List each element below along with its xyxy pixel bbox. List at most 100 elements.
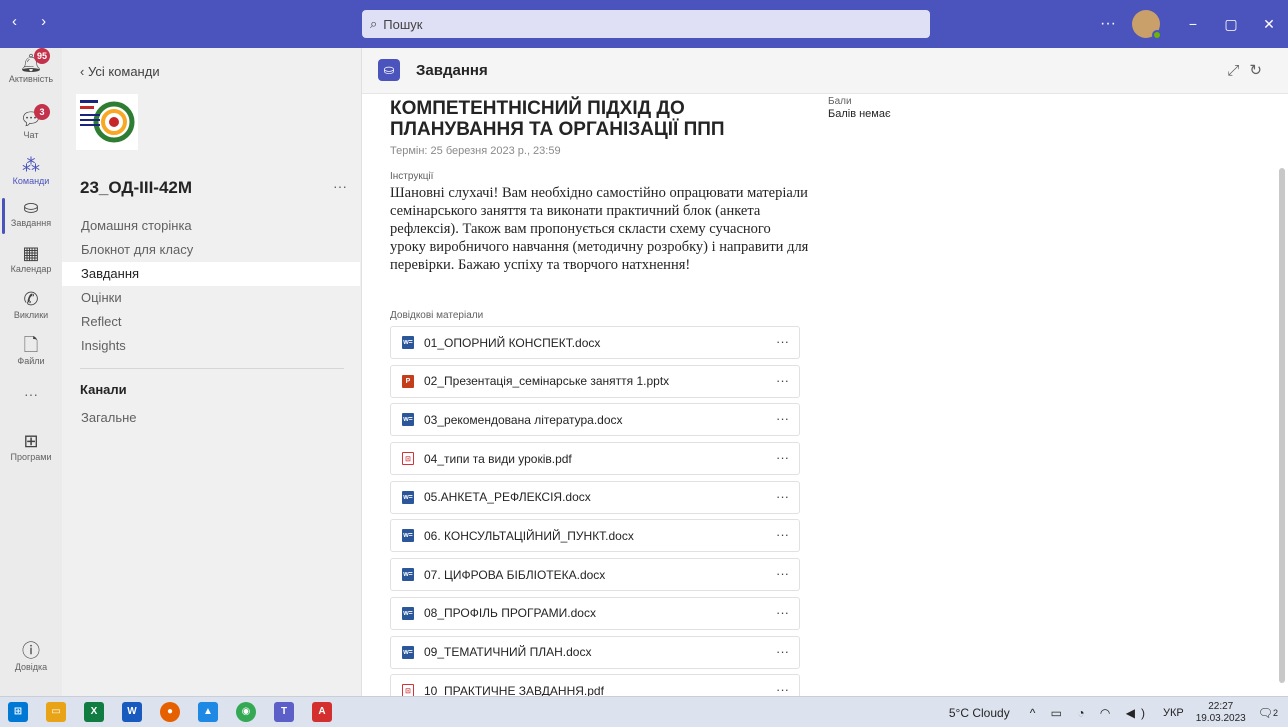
firefox-icon[interactable]: ● (160, 702, 180, 722)
file-more-button[interactable]: ··· (776, 605, 789, 620)
word-file-icon: w= (402, 529, 414, 543)
chat-badge: 3 (34, 104, 50, 120)
rail-help[interactable]: ⓘ Довідка (0, 640, 62, 672)
all-teams-link[interactable]: ‹ Усі команди (80, 64, 160, 79)
file-item[interactable]: w= 03_рекомендована література.docx ··· (390, 403, 800, 437)
tray-icons[interactable]: ^ ▭ ◔ ◠ ◀) (1030, 706, 1151, 720)
file-more-button[interactable]: ··· (776, 527, 789, 542)
word-file-icon: w= (402, 645, 414, 659)
maximize-button[interactable]: ▢ (1212, 16, 1250, 33)
header-actions: ⤢↻ (1227, 61, 1272, 79)
photos-icon[interactable]: ▲ (198, 702, 218, 722)
instructions-label: Інструкції (390, 171, 434, 182)
file-more-button[interactable]: ··· (776, 644, 789, 659)
clock[interactable]: 22:27 19.03.2023 (1196, 701, 1246, 725)
file-more-button[interactable]: ··· (776, 566, 789, 581)
nav-home[interactable]: Домашня сторінка (62, 214, 360, 238)
chrome-icon[interactable]: ◉ (236, 702, 256, 722)
file-name: 04_типи та види уроків.pdf (424, 451, 572, 466)
reference-materials-label: Довідкові матеріали (390, 310, 484, 321)
nav-reflect[interactable]: Reflect (62, 310, 360, 334)
expand-icon[interactable]: ⤢ (1227, 62, 1249, 79)
file-name: 10_ПРАКТИЧНЕ ЗАВДАННЯ.pdf (424, 683, 604, 696)
file-more-button[interactable]: ··· (776, 489, 789, 504)
notifications-icon[interactable]: 🗨︎ (1258, 706, 1273, 720)
start-icon[interactable]: ⊞ (8, 702, 28, 722)
rail-label: Календар (10, 264, 52, 274)
rail-calendar[interactable]: ▦ Календар (0, 242, 62, 274)
rail-label: Виклики (13, 310, 49, 320)
points-value: Балів немає (828, 108, 891, 120)
calendar-icon: ▦ (22, 243, 40, 263)
file-more-button[interactable]: ··· (776, 411, 789, 426)
team-more-button[interactable]: ··· (333, 178, 347, 194)
file-item[interactable]: w= 05.АНКЕТА_РЕФЛЕКСІЯ.docx ··· (390, 480, 800, 514)
rail-more[interactable]: ··· (0, 386, 62, 402)
reference-file-list: w= 01_ОПОРНИЙ КОНСПЕКТ.docx ··· P 02_Презент… (390, 326, 800, 696)
team-panel: ‹ Усі команди 23_ОД-ІІІ-42М ··· Домашня … (62, 48, 362, 696)
pdf-file-icon: ⊡ (402, 452, 414, 466)
rail-label: Чат (23, 130, 39, 140)
ppt-file-icon: P (402, 374, 414, 388)
acrobat-icon[interactable]: A (312, 702, 332, 722)
file-item[interactable]: w= 08_ПРОФІЛЬ ПРОГРАМИ.docx ··· (390, 596, 800, 630)
file-name: 05.АНКЕТА_РЕФЛЕКСІЯ.docx (424, 490, 591, 505)
rail-apps[interactable]: ⊞ Програми (0, 430, 62, 462)
windows-taskbar: ⊞ ▭ X W ● ▲ ◉ T A 5°C Cloudy ^ ▭ ◔ ◠ ◀) … (0, 696, 1288, 727)
date: 19.03.2023 (1195, 712, 1246, 724)
nav-notebook[interactable]: Блокнот для класу (62, 238, 360, 262)
word-file-icon: w= (402, 336, 414, 349)
rail-files[interactable]: 🗋︎ Файли (0, 334, 62, 366)
scrollbar[interactable] (1279, 168, 1285, 683)
file-more-button[interactable]: ··· (776, 682, 789, 696)
close-button[interactable]: ✕ (1250, 16, 1288, 33)
word-icon[interactable]: W (122, 702, 142, 722)
word-file-icon: w= (402, 568, 414, 582)
teams-taskbar-icon[interactable]: T (274, 702, 294, 722)
file-item[interactable]: w= 09_ТЕМАТИЧНИЙ ПЛАН.docx ··· (390, 635, 800, 669)
time: 22:27 (1208, 700, 1234, 712)
nav-grades[interactable]: Оцінки (62, 286, 360, 310)
file-name: 03_рекомендована література.docx (424, 412, 623, 427)
file-item[interactable]: w= 01_ОПОРНИЙ КОНСПЕКТ.docx ··· (390, 326, 800, 359)
file-item[interactable]: w= 07. ЦИФРОВА БІБЛІОТЕКА.docx ··· (390, 558, 800, 592)
file-name: 08_ПРОФІЛЬ ПРОГРАМИ.docx (424, 606, 596, 621)
rail-assignments[interactable]: ⛀ Завдання (0, 196, 62, 228)
minimize-button[interactable]: − (1174, 16, 1212, 32)
explorer-icon[interactable]: ▭ (46, 702, 66, 722)
file-more-button[interactable]: ··· (776, 450, 789, 465)
channel-general[interactable]: Загальне (81, 410, 137, 425)
avatar[interactable] (1132, 10, 1162, 40)
rail-activity[interactable]: 🔔︎ 95 Активність (0, 48, 62, 84)
rail-calls[interactable]: ✆ Виклики (0, 288, 62, 320)
nav-arrows[interactable]: ‹ › (12, 13, 56, 30)
word-file-icon: w= (402, 413, 414, 427)
file-more-button[interactable]: ··· (776, 334, 789, 349)
nav-assignments[interactable]: Завдання (62, 262, 360, 286)
file-more-button[interactable]: ··· (776, 373, 789, 388)
rail-label: Програми (10, 452, 52, 462)
rail-chat[interactable]: 💬︎ 3 Чат (0, 104, 62, 140)
file-item[interactable]: ⊡ 04_типи та види уроків.pdf ··· (390, 442, 800, 476)
rail-label: Завдання (10, 218, 52, 228)
assignments-icon: ⛀ (23, 197, 39, 217)
app-rail: 🔔︎ 95 Активність 💬︎ 3 Чат ⁂ Команди ⛀ За… (0, 48, 62, 696)
search-input[interactable]: ⌕ Пошук (362, 10, 930, 38)
more-options-button[interactable]: ··· (1094, 15, 1122, 33)
apps-icon: ⊞ (23, 431, 39, 451)
file-item[interactable]: P 02_Презентація_семінарське заняття 1.pp… (390, 364, 800, 398)
due-date: Термін: 25 березня 2023 р., 23:59 (390, 145, 561, 157)
weather-widget[interactable]: 5°C Cloudy (949, 706, 1010, 720)
excel-icon[interactable]: X (84, 702, 104, 722)
file-item[interactable]: w= 06. КОНСУЛЬТАЦІЙНИЙ_ПУНКТ.docx ··· (390, 519, 800, 553)
teams-icon: ⁂ (22, 155, 40, 175)
rail-teams[interactable]: ⁂ Команди (0, 154, 62, 186)
file-item[interactable]: ⊡ 10_ПРАКТИЧНЕ ЗАВДАННЯ.pdf ··· (390, 674, 800, 696)
language-indicator[interactable]: УКР (1163, 707, 1184, 719)
nav-insights[interactable]: Insights (62, 334, 360, 358)
rail-label: Активність (8, 74, 54, 84)
points-label: Бали (828, 96, 852, 107)
instructions-text: Шановні слухачі! Вам необхідно самостійн… (390, 185, 809, 273)
rail-label: Довідка (14, 662, 48, 672)
refresh-icon[interactable]: ↻ (1249, 62, 1272, 79)
